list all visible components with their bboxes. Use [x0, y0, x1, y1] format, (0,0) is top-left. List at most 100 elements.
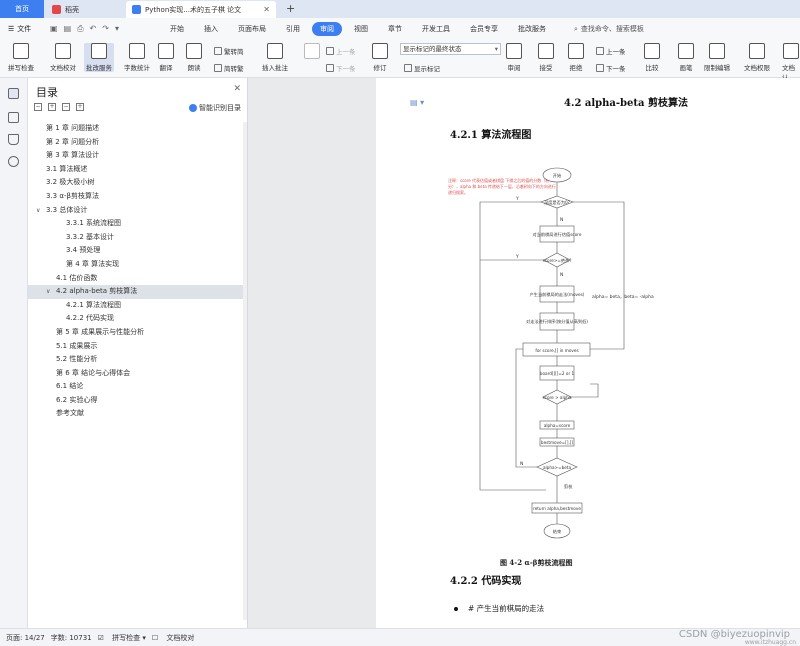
menu-item-9[interactable]: 批改服务 — [510, 22, 554, 36]
insert-comment-button[interactable]: 插入批注 — [262, 43, 288, 72]
accept-button[interactable]: 接受 — [538, 43, 554, 72]
reject-button[interactable]: 拒绝 — [568, 43, 584, 72]
word-count[interactable]: 字数: 10731 — [51, 633, 92, 643]
spell-check-button[interactable]: 拼写检查 — [8, 43, 34, 72]
toc-item[interactable]: 5.2 性能分析 — [28, 353, 247, 367]
more-icon[interactable]: ▾ — [115, 24, 119, 34]
toc-item[interactable]: 4.2.1 算法流程图 — [28, 299, 247, 313]
toc-item[interactable]: ∨ 3.3 总体设计 — [28, 204, 247, 218]
redo-icon[interactable]: ↷ — [102, 24, 109, 34]
doc-proof-button[interactable]: 文档校对 — [50, 43, 76, 72]
toc-item-label: 参考文献 — [56, 409, 84, 418]
toc-scrollbar[interactable] — [243, 122, 247, 620]
tab-home[interactable]: 首页 — [0, 0, 44, 18]
spell-check-status[interactable]: ☑ 拼写检查 ▾ — [98, 633, 146, 643]
new-tab-button[interactable]: + — [286, 2, 295, 15]
flow-y-label: Y — [515, 196, 519, 202]
smart-toc-button[interactable]: 智能识别目录 — [189, 103, 241, 113]
expand-icon[interactable]: + — [48, 103, 56, 111]
delete-comment-button[interactable] — [304, 43, 320, 62]
word-count-button[interactable]: 字数统计 — [124, 43, 150, 72]
save-icon[interactable]: ▣ — [50, 24, 58, 34]
toc-item[interactable]: 4.2.2 代码实现 — [28, 312, 247, 326]
ink-button[interactable]: 画笔 — [678, 43, 694, 72]
watermark-url: www.itzhuagg.cn — [744, 639, 796, 646]
chevron-down-icon[interactable]: ∨ — [46, 285, 50, 299]
close-tab-icon[interactable]: ✕ — [263, 5, 270, 14]
menu-item-3[interactable]: 引用 — [278, 22, 308, 36]
menu-item-8[interactable]: 会员专享 — [462, 22, 506, 36]
demote-icon[interactable]: − — [62, 103, 70, 111]
prev-change-button[interactable]: 上一条 — [596, 46, 626, 56]
tab-document[interactable]: Python实现...术的五子棋 论文 ✕ — [126, 1, 276, 18]
print-icon[interactable]: ⎙ — [77, 24, 83, 34]
doc-auth-button[interactable]: 文档认 — [782, 43, 800, 82]
menu-item-7[interactable]: 开发工具 — [414, 22, 458, 36]
word-doc-icon — [132, 5, 141, 14]
toc-item[interactable]: 第 1 章 问题描述 — [28, 122, 247, 136]
restrict-edit-button[interactable]: 限制编辑 — [704, 43, 730, 72]
word-count-label: 字数统计 — [124, 64, 150, 72]
search-icon[interactable] — [8, 156, 19, 167]
compare-button[interactable]: 比较 — [644, 43, 660, 72]
menu-item-1[interactable]: 插入 — [196, 22, 226, 36]
folder-nav-icon[interactable] — [8, 112, 19, 123]
doc-proof-status[interactable]: ☐ 文档校对 — [152, 633, 195, 643]
read-aloud-button[interactable]: 朗读 — [186, 43, 202, 72]
toc-item[interactable]: 3.4 预处理 — [28, 244, 247, 258]
trad-to-simp-button[interactable]: 繁转简 — [214, 46, 244, 56]
toc-item[interactable]: 3.3.1 系统流程图 — [28, 217, 247, 231]
simp-to-trad-button[interactable]: 简转繁 — [214, 63, 244, 73]
toc-item[interactable]: 第 5 章 成果展示与性能分析 — [28, 326, 247, 340]
toc-item[interactable]: 第 3 章 算法设计 — [28, 149, 247, 163]
toc-item[interactable]: 参考文献 — [28, 407, 247, 421]
menu-item-0[interactable]: 开始 — [162, 22, 192, 36]
bookmark-icon[interactable] — [8, 134, 19, 145]
toc-item[interactable]: ∨ 4.2 alpha-beta 剪枝算法 — [28, 285, 247, 299]
toc-item-label: 第 6 章 结论与心得体会 — [56, 368, 131, 377]
toc-item[interactable]: 第 6 章 结论与心得体会 — [28, 367, 247, 381]
toc-item[interactable]: 5.1 成果展示 — [28, 340, 247, 354]
toc-item[interactable]: 3.2 极大极小树 — [28, 176, 247, 190]
close-icon[interactable]: ✕ — [233, 84, 241, 94]
toc-item[interactable]: 3.3 α-β剪枝算法 — [28, 190, 247, 204]
toc-item[interactable]: 6.2 实验心得 — [28, 394, 247, 408]
next-change-button[interactable]: 下一条 — [596, 63, 626, 73]
track-changes-label: 修订 — [373, 64, 387, 72]
promote-icon[interactable]: + — [76, 103, 84, 111]
tab-docer[interactable]: 稻壳 — [46, 1, 124, 18]
track-changes-button[interactable]: 修订 — [372, 43, 388, 72]
docer-icon — [52, 5, 61, 14]
toc-item[interactable]: 3.1 算法概述 — [28, 163, 247, 177]
translate-button[interactable]: 翻译 — [158, 43, 174, 72]
show-markup-button[interactable]: 显示标记 — [404, 63, 440, 73]
flow-depth-label: 深度是否为0? — [544, 199, 570, 206]
menu-item-5[interactable]: 视图 — [346, 22, 376, 36]
toc-item[interactable]: 第 4 章 算法实现 — [28, 258, 247, 272]
toc-item[interactable]: 3.3.2 基本设计 — [28, 231, 247, 245]
toc-panel-icon[interactable] — [8, 88, 19, 99]
flow-check-label: score>=绝杀? — [543, 257, 572, 263]
folder-icon[interactable]: ▤ — [64, 24, 72, 34]
collapse-icon[interactable]: − — [34, 103, 42, 111]
toc-item[interactable]: 第 2 章 问题分析 — [28, 136, 247, 150]
toc-item[interactable]: 4.1 估价函数 — [28, 272, 247, 286]
menu-item-4[interactable]: 审阅 — [312, 22, 342, 36]
flow-return-label: return alpha,bestmove — [533, 506, 581, 511]
batch-service-button[interactable]: 批改服务 — [84, 43, 114, 72]
file-menu[interactable]: ☰ 文件 — [0, 24, 44, 34]
page-indicator[interactable]: 页面: 14/27 — [6, 633, 45, 643]
review-button[interactable]: 审阅 — [506, 43, 522, 72]
undo-icon[interactable]: ↶ — [90, 24, 97, 34]
toc-item-label: 3.3.1 系统流程图 — [66, 219, 122, 228]
toc-item[interactable]: 6.1 结论 — [28, 380, 247, 394]
compare-icon — [644, 43, 660, 59]
next-comment-button[interactable]: 下一条 — [326, 63, 356, 73]
chevron-down-icon[interactable]: ∨ — [36, 204, 40, 218]
menu-item-2[interactable]: 页面布局 — [230, 22, 274, 36]
command-search[interactable]: ⌕ 查找命令、搜索模板 — [574, 24, 644, 34]
markup-state-select[interactable]: 显示标记的最终状态 — [400, 43, 501, 55]
menu-item-6[interactable]: 章节 — [380, 22, 410, 36]
prev-comment-button[interactable]: 上一条 — [326, 46, 356, 56]
doc-permission-button[interactable]: 文档权限 — [744, 43, 770, 72]
